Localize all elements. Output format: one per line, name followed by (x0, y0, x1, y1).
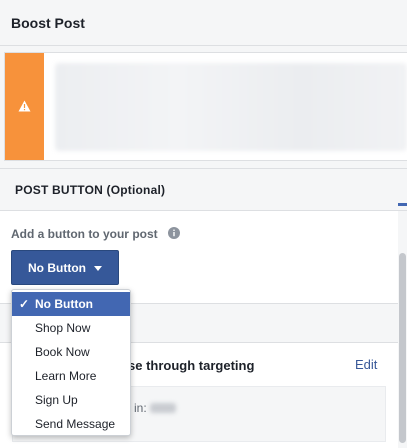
menu-item-shop-now[interactable]: Shop Now (12, 316, 130, 340)
button-type-dropdown[interactable]: No Button (11, 250, 119, 285)
menu-item-label: Send Message (35, 417, 116, 431)
edit-audience-link[interactable]: Edit (355, 357, 377, 372)
menu-item-send-message[interactable]: Send Message (12, 412, 130, 436)
info-icon[interactable] (168, 227, 180, 239)
button-type-label: No Button (28, 261, 86, 275)
button-options-menu: ✓ No Button Shop Now Book Now Learn More… (11, 289, 131, 436)
menu-item-book-now[interactable]: Book Now (12, 340, 130, 364)
section-title: POST BUTTON (Optional) (15, 183, 166, 197)
warning-icon (18, 100, 31, 112)
menu-item-label: Shop Now (35, 321, 91, 335)
menu-item-sign-up[interactable]: Sign Up (12, 388, 130, 412)
menu-item-label: Learn More (35, 369, 97, 383)
checkmark-icon: ✓ (19, 297, 30, 311)
menu-item-label: Sign Up (35, 393, 78, 407)
page-title: Boost Post (11, 15, 85, 31)
add-button-label: Add a button to your post (11, 227, 158, 241)
caret-down-icon (94, 266, 102, 271)
audience-detail-text: in: (134, 401, 147, 415)
menu-item-no-button[interactable]: ✓ No Button (12, 292, 130, 316)
menu-item-learn-more[interactable]: Learn More (12, 364, 130, 388)
page-header: Boost Post (0, 0, 407, 46)
warning-stripe (5, 53, 44, 160)
menu-item-label: Book Now (35, 345, 90, 359)
warning-banner (4, 52, 407, 161)
menu-item-label: No Button (35, 297, 93, 311)
blurred-content (55, 63, 407, 151)
tab-accent (398, 203, 407, 206)
post-button-section-header: POST BUTTON (Optional) (0, 168, 407, 211)
audience-title: se through targeting (128, 358, 255, 373)
scrollbar[interactable] (399, 253, 406, 443)
blurred-location (150, 403, 176, 413)
